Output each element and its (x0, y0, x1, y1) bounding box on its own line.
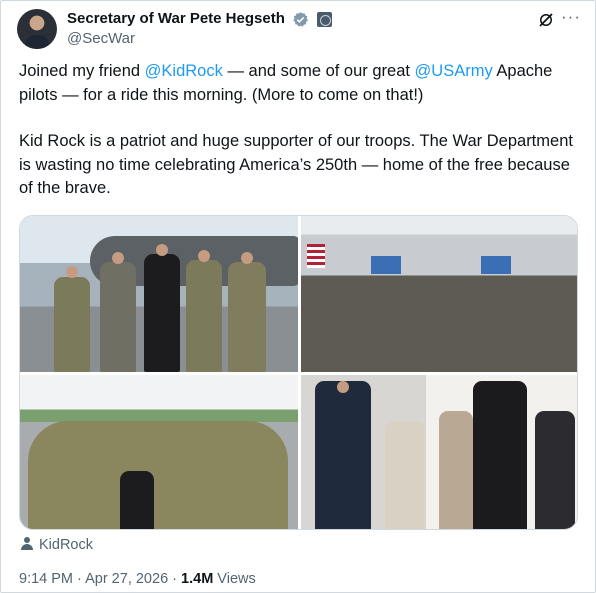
text-segment: — and some of our great (222, 62, 415, 80)
photo-4[interactable] (301, 375, 577, 529)
screen-shape (481, 256, 511, 274)
grok-icon[interactable] (537, 11, 555, 29)
post-paragraph-1: Joined my friend @KidRock — and some of … (19, 60, 579, 107)
attribution-label: KidRock (39, 537, 93, 553)
post-header: Secretary of War Pete Hegseth @SecWar ··… (17, 7, 583, 49)
verified-badge-icon (293, 11, 309, 27)
post-metadata: 9:14 PM · Apr 27, 2026 · 1.4M Views (19, 569, 256, 589)
photo-2[interactable] (301, 216, 577, 372)
person-icon (21, 537, 33, 550)
post-paragraph-2: Kid Rock is a patriot and huge supporter… (19, 132, 573, 197)
photo-1[interactable] (20, 216, 298, 372)
views-label: Views (213, 571, 256, 587)
avatar[interactable] (17, 9, 57, 49)
post-card: Secretary of War Pete Hegseth @SecWar ··… (0, 0, 596, 593)
photo-3[interactable] (20, 375, 298, 529)
author-info: Secretary of War Pete Hegseth @SecWar (67, 9, 332, 49)
handle[interactable]: @SecWar (67, 29, 332, 49)
mention-kidrock[interactable]: @KidRock (145, 62, 223, 80)
media-grid (19, 215, 578, 530)
screen-shape (371, 256, 401, 274)
separator: · (168, 571, 182, 587)
mention-usarmy[interactable]: @USArmy (415, 62, 493, 80)
post-text: Joined my friend @KidRock — and some of … (19, 60, 579, 224)
views-count: 1.4M (181, 571, 214, 587)
post-date[interactable]: Apr 27, 2026 (85, 571, 168, 587)
text-segment: Joined my friend (19, 62, 145, 80)
media-attribution[interactable]: KidRock (21, 535, 93, 555)
separator: · (73, 571, 86, 587)
post-time[interactable]: 9:14 PM (19, 571, 73, 587)
flag-shape (307, 244, 325, 268)
display-name[interactable]: Secretary of War Pete Hegseth (67, 9, 285, 29)
government-seal-icon (316, 11, 332, 27)
more-options-icon[interactable]: ··· (561, 7, 581, 27)
